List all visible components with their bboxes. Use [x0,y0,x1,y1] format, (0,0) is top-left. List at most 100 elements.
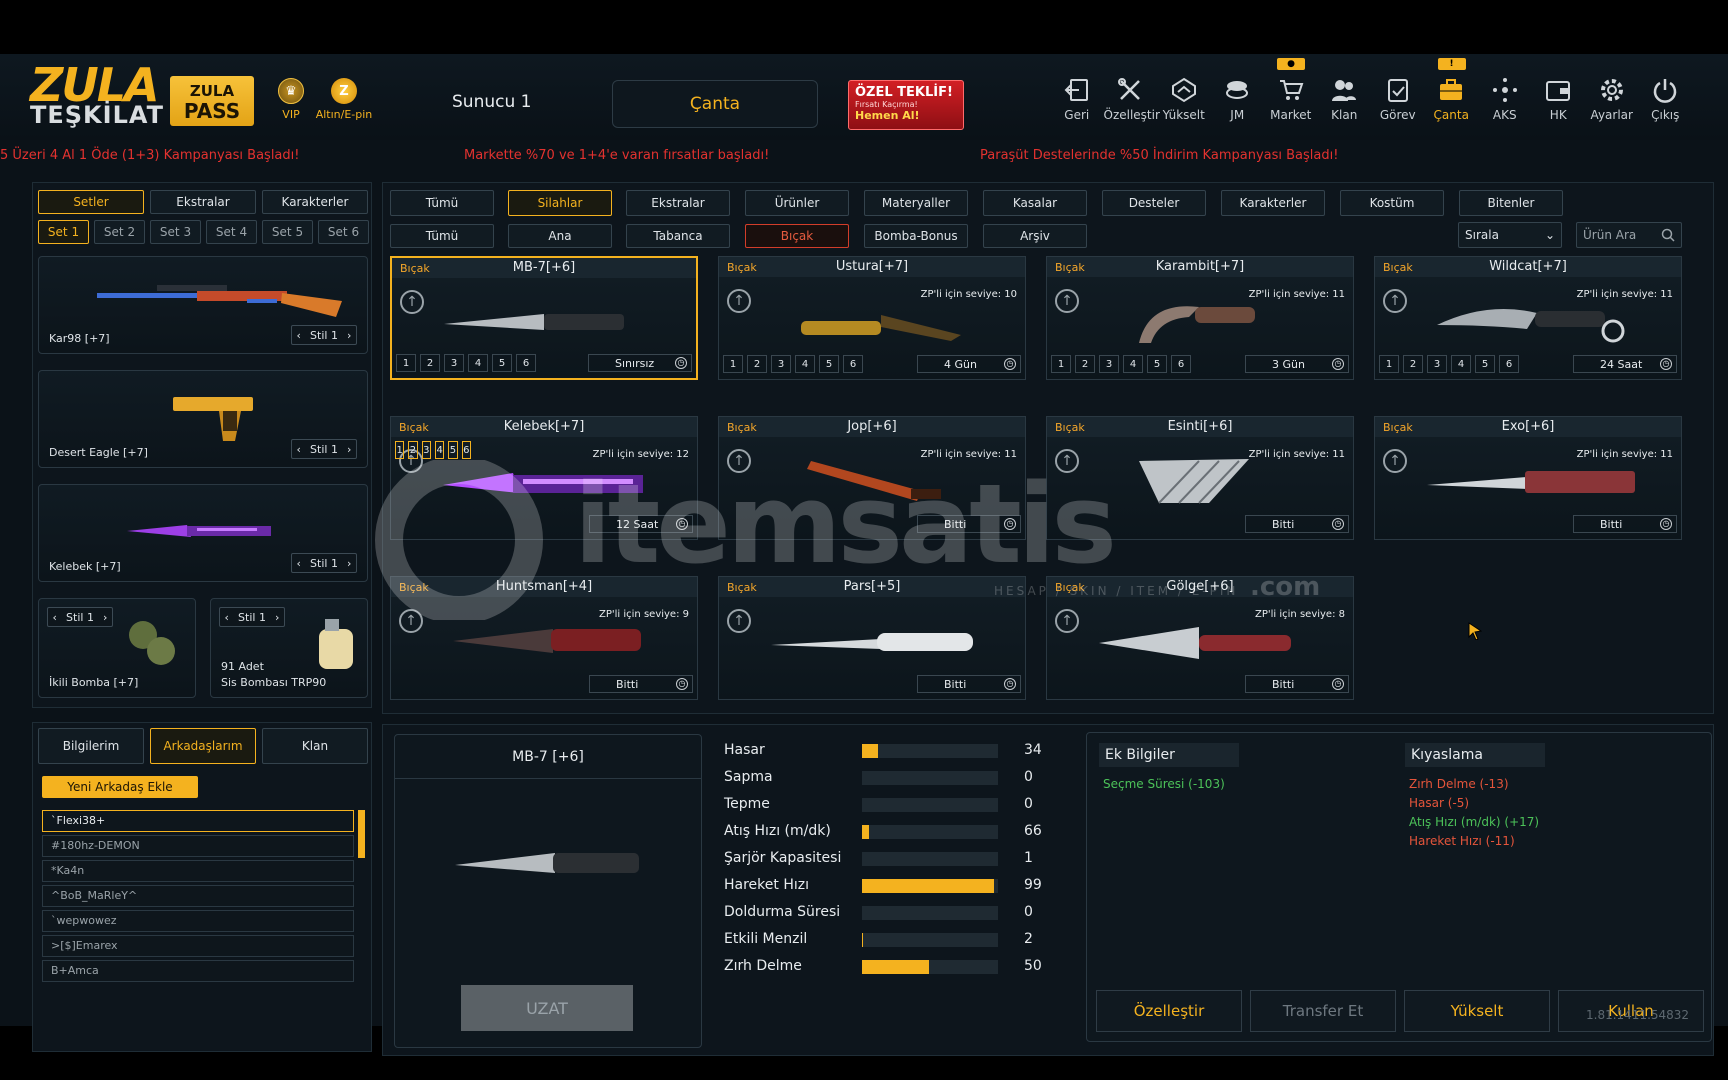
upgrade-arrow-icon[interactable]: ↑ [727,609,751,633]
nav-canta[interactable]: ! Çanta [1425,58,1479,122]
upgrade-arrow-icon[interactable]: ↑ [1055,449,1079,473]
style-selector[interactable]: ‹ Stil 1 › [47,607,113,627]
style-selector[interactable]: ‹ Stil 1 › [291,325,357,345]
chevron-right-icon[interactable]: › [347,557,351,570]
friend-item[interactable]: ^BoB_MaRleY^ [42,885,354,907]
slot-number[interactable]: 4 [795,355,815,373]
item-card-esinti[interactable]: Bıçak Esinti[+6] ZP'li için seviye: 11 ↑… [1046,416,1354,540]
add-friend-button[interactable]: Yeni Arkadaş Ekle [42,776,198,798]
slot-number[interactable]: 4 [1123,355,1143,373]
slot-number[interactable]: 3 [444,354,464,372]
chevron-right-icon[interactable]: › [347,443,351,456]
upgrade-arrow-icon[interactable]: ↑ [1383,449,1407,473]
friend-item[interactable]: `wepwowez [42,910,354,932]
transfer-button[interactable]: Transfer Et [1250,990,1396,1032]
tab-set-6[interactable]: Set 6 [318,220,369,244]
nav-geri[interactable]: Geri [1050,76,1104,122]
search-input[interactable]: Ürün Ara [1576,222,1682,248]
special-offer-banner[interactable]: ÖZEL TEKLİF! Fırsatı Kaçırma! Hemen Al! [848,80,964,130]
upgrade-arrow-icon[interactable]: ↑ [399,609,423,633]
item-card-mb7[interactable]: Bıçak MB-7[+6] ↑ 123456 Sınırsız ◷ [390,256,698,380]
chevron-right-icon[interactable]: › [347,329,351,342]
set-slot-grenade-2[interactable]: ‹ Stil 1 › 91 Adet Sis Bombası TRP90 [210,598,368,698]
tab-set-2[interactable]: Set 2 [94,220,145,244]
slot-number[interactable]: 1 [1379,355,1399,373]
tab-materyaller[interactable]: Materyaller [864,190,968,216]
upgrade-arrow-icon[interactable]: ↑ [1383,289,1407,313]
style-selector[interactable]: ‹ Stil 1 › [219,607,285,627]
search-icon[interactable] [1661,228,1675,242]
friend-item[interactable]: *Ka4n [42,860,354,882]
tab-set-3[interactable]: Set 3 [150,220,201,244]
slot-number[interactable]: 5 [819,355,839,373]
tab-arkadaslarim[interactable]: Arkadaşlarım [150,728,256,764]
chevron-left-icon[interactable]: ‹ [297,557,301,570]
subtab-tabanca[interactable]: Tabanca [626,224,730,248]
nav-aks[interactable]: AKS [1478,76,1532,122]
subtab-ana[interactable]: Ana [508,224,612,248]
tab-urunler[interactable]: Ürünler [745,190,849,216]
upgrade-arrow-icon[interactable]: ↑ [1055,289,1079,313]
upgrade-button[interactable]: Yükselt [1404,990,1550,1032]
slot-number[interactable]: 1 [396,354,416,372]
item-card-huntsman[interactable]: Bıçak Huntsman[+4] ZP'li için seviye: 9 … [390,576,698,700]
friend-item[interactable]: B+Amca [42,960,354,982]
slot-number[interactable]: 2 [408,441,418,459]
item-card-ustura[interactable]: Bıçak Ustura[+7] ZP'li için seviye: 10 ↑… [718,256,1026,380]
slot-number[interactable]: 2 [1075,355,1095,373]
slot-number[interactable]: 5 [1147,355,1167,373]
nav-cikis[interactable]: Çıkış [1639,76,1693,122]
tab-karakterler-inv[interactable]: Karakterler [1221,190,1325,216]
extend-button[interactable]: UZAT [461,985,633,1031]
slot-number[interactable]: 2 [747,355,767,373]
chevron-left-icon[interactable]: ‹ [53,611,57,624]
tab-set-1[interactable]: Set 1 [38,220,89,244]
slot-number[interactable]: 3 [421,441,431,459]
slot-number[interactable]: 6 [843,355,863,373]
set-slot-knife[interactable]: Kelebek [+7] ‹ Stil 1 › [38,484,368,582]
style-selector[interactable]: ‹ Stil 1 › [291,553,357,573]
nav-ozellestir[interactable]: Özelleştir [1104,76,1160,122]
nav-yukselt[interactable]: Yükselt [1157,76,1211,122]
slot-number[interactable]: 6 [461,441,471,459]
tab-silahlar[interactable]: Silahlar [508,190,612,216]
slot-number[interactable]: 2 [1403,355,1423,373]
tab-kostum[interactable]: Kostüm [1340,190,1444,216]
gold-epin-button[interactable]: Z Altın/E-pin [304,78,384,121]
friend-item[interactable]: #180hz-DEMON [42,835,354,857]
upgrade-arrow-icon[interactable]: ↑ [727,289,751,313]
chevron-left-icon[interactable]: ‹ [297,443,301,456]
chevron-left-icon[interactable]: ‹ [225,611,229,624]
subtab-bomba-bonus[interactable]: Bomba-Bonus [864,224,968,248]
nav-jm[interactable]: JM [1211,76,1265,122]
tab-ekstralar[interactable]: Ekstralar [626,190,730,216]
tab-bitenler[interactable]: Bitenler [1459,190,1563,216]
tab-setler[interactable]: Setler [38,190,144,214]
tab-klan[interactable]: Klan [262,728,368,764]
slot-number[interactable]: 5 [448,441,458,459]
set-slot-secondary[interactable]: Desert Eagle [+7] ‹ Stil 1 › [38,370,368,468]
slot-number[interactable]: 1 [1051,355,1071,373]
subtab-tumu[interactable]: Tümü [390,224,494,248]
tab-desteler[interactable]: Desteler [1102,190,1206,216]
subtab-bicak[interactable]: Bıçak [745,224,849,248]
tab-set-5[interactable]: Set 5 [262,220,313,244]
item-card-exo[interactable]: Bıçak Exo[+6] ZP'li için seviye: 11 ↑ Bi… [1374,416,1682,540]
slot-number[interactable]: 6 [1499,355,1519,373]
slot-number[interactable]: 4 [1451,355,1471,373]
slot-number[interactable]: 3 [1099,355,1119,373]
friend-item[interactable]: `Flexi38+ [42,810,354,832]
style-selector[interactable]: ‹ Stil 1 › [291,439,357,459]
slot-number[interactable]: 3 [771,355,791,373]
set-slot-grenade-1[interactable]: ‹ Stil 1 › İkili Bomba [+7] [38,598,196,698]
item-card-wildcat[interactable]: Bıçak Wildcat[+7] ZP'li için seviye: 11 … [1374,256,1682,380]
set-slot-primary[interactable]: Kar98 [+7] ‹ Stil 1 › [38,256,368,354]
nav-gorev[interactable]: Görev [1371,76,1425,122]
nav-hk[interactable]: HK [1532,76,1586,122]
friend-item[interactable]: >[$]Emarex [42,935,354,957]
tab-bilgilerim[interactable]: Bilgilerim [38,728,144,764]
slot-number[interactable]: 3 [1427,355,1447,373]
nav-market[interactable]: ● Market [1264,58,1318,122]
chevron-left-icon[interactable]: ‹ [297,329,301,342]
tab-kasalar[interactable]: Kasalar [983,190,1087,216]
